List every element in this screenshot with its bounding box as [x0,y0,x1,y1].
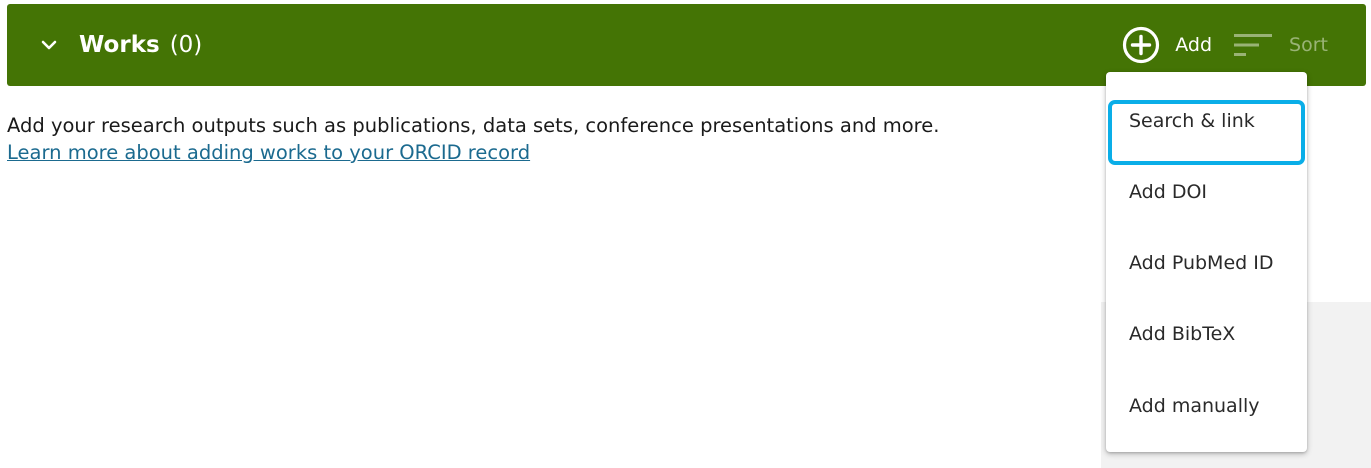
intro-text: Add your research outputs such as public… [7,114,940,137]
menu-item-add-bibtex[interactable]: Add BibTeX [1106,298,1307,369]
works-title: Works [79,32,160,58]
menu-item-search-link[interactable]: Search & link [1106,85,1307,165]
menu-item-label: Add manually [1129,394,1260,417]
menu-item-label: Add BibTeX [1129,322,1236,345]
works-intro: Add your research outputs such as public… [7,112,939,166]
menu-item-add-doi[interactable]: Add DOI [1106,156,1307,227]
sort-button[interactable]: Sort [1234,32,1328,58]
learn-more-link[interactable]: Learn more about adding works to your OR… [7,139,939,166]
menu-item-label: Search & link [1129,109,1255,132]
sort-label[interactable]: Sort [1289,34,1328,56]
works-count: (0) [169,32,203,58]
menu-item-add-manually[interactable]: Add manually [1106,370,1307,441]
page: Works (0) Add Sort Add your research out… [0,0,1371,468]
add-works-button[interactable]: Add [1121,25,1212,65]
add-circle-icon[interactable] [1121,25,1161,65]
works-section-toggle[interactable]: Works (0) [39,32,202,58]
add-label[interactable]: Add [1175,34,1212,56]
menu-item-add-pubmed-id[interactable]: Add PubMed ID [1106,227,1307,298]
sort-icon[interactable] [1234,32,1273,58]
menu-item-label: Add PubMed ID [1129,251,1274,274]
chevron-down-icon[interactable] [39,35,59,55]
menu-item-label: Add DOI [1129,180,1208,203]
add-works-menu: Search & link Add DOI Add PubMed ID Add … [1106,72,1307,452]
